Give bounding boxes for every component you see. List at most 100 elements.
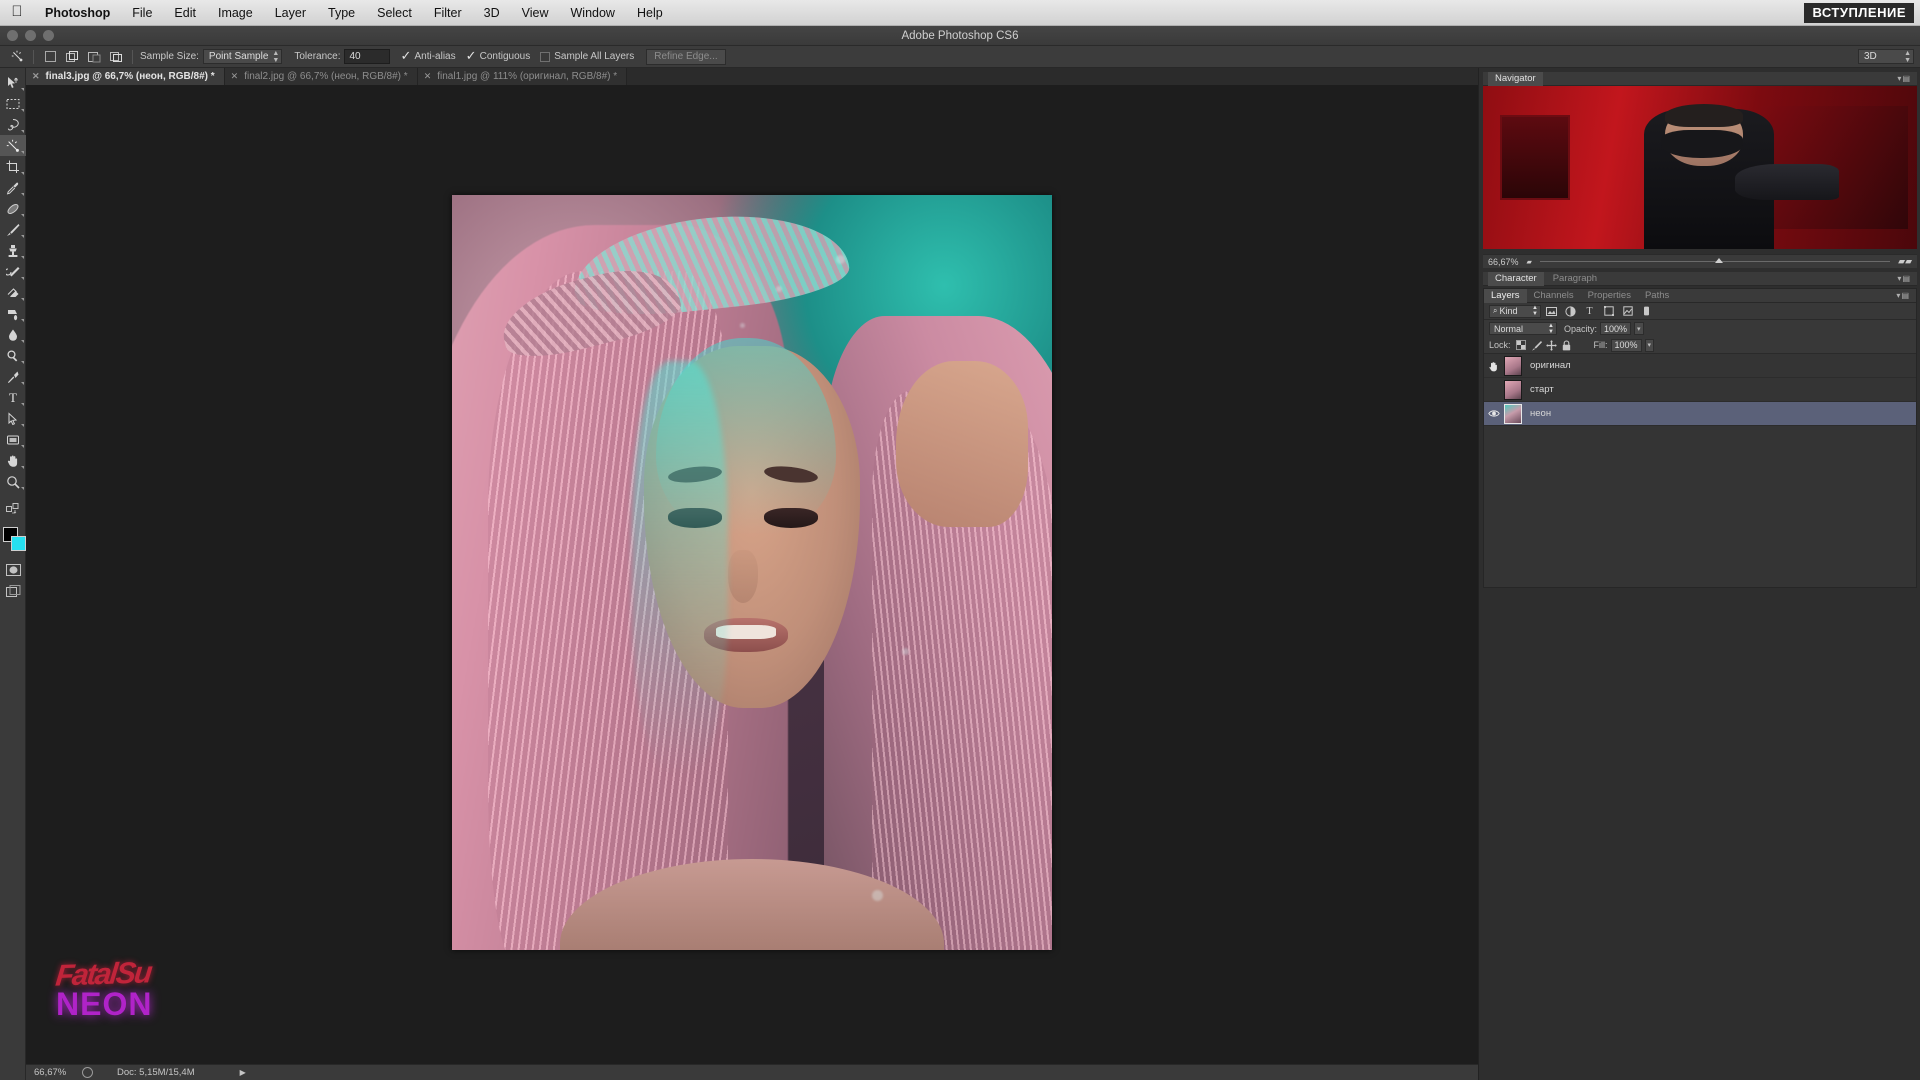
layer-name[interactable]: оригинал — [1530, 360, 1571, 371]
screen-mode-icon[interactable] — [0, 580, 26, 601]
smart-object-filter-icon[interactable] — [1619, 304, 1636, 318]
layer-kind-select[interactable]: ⌕ Kind ▲ ▼ — [1489, 304, 1541, 318]
blend-mode-select[interactable]: Normal ▲ ▼ — [1489, 322, 1557, 335]
history-brush-tool[interactable] — [0, 261, 26, 282]
document-tab-final3[interactable]: ✕ final3.jpg @ 66,7% (неон, RGB/8#) * — [26, 68, 225, 85]
apple-logo-icon[interactable]:  — [0, 4, 34, 21]
gradient-tool[interactable] — [0, 303, 26, 324]
lock-transparent-pixels-icon[interactable] — [1514, 339, 1529, 352]
refine-edge-button[interactable]: Refine Edge... — [646, 48, 726, 65]
menu-3d[interactable]: 3D — [473, 0, 511, 26]
menu-layer[interactable]: Layer — [264, 0, 317, 26]
table-row[interactable]: оригинал — [1484, 354, 1916, 378]
workspace-select[interactable]: 3D ▲ ▼ — [1858, 49, 1914, 64]
table-row[interactable]: неон — [1484, 402, 1916, 426]
spot-healing-brush-tool[interactable] — [0, 198, 26, 219]
crop-tool[interactable] — [0, 156, 26, 177]
tab-navigator[interactable]: Navigator — [1488, 71, 1543, 86]
subtract-from-selection-icon[interactable] — [83, 48, 105, 66]
blur-tool[interactable] — [0, 324, 26, 345]
hand-tool[interactable] — [0, 450, 26, 471]
fill-value[interactable]: 100% — [1610, 338, 1642, 352]
switch-colors-icon[interactable] — [0, 498, 26, 519]
horizontal-type-tool[interactable]: T — [0, 387, 26, 408]
lasso-tool[interactable] — [0, 114, 26, 135]
sample-size-select[interactable]: Point Sample ▲ ▼ — [202, 49, 283, 64]
background-color-swatch[interactable] — [11, 536, 26, 551]
workspace-switcher[interactable]: 3D ▲ ▼ — [1858, 49, 1920, 64]
eyedropper-tool[interactable] — [0, 177, 26, 198]
status-zoom-level[interactable]: 66,67% — [34, 1067, 78, 1078]
tolerance-input[interactable]: 40 — [344, 49, 391, 64]
sample-all-layers-checkbox[interactable]: Sample All Layers — [540, 51, 634, 62]
type-filter-icon[interactable]: T — [1581, 304, 1598, 318]
tab-paragraph[interactable]: Paragraph — [1546, 272, 1604, 286]
opacity-stepper-icon[interactable]: ▾ — [1634, 322, 1644, 335]
clone-stamp-tool[interactable] — [0, 240, 26, 261]
tab-properties[interactable]: Properties — [1581, 289, 1638, 303]
navigator-zoom-slider[interactable] — [1539, 258, 1891, 263]
menu-photoshop[interactable]: Photoshop — [34, 0, 121, 26]
pixel-filter-icon[interactable] — [1543, 304, 1560, 318]
eraser-tool[interactable] — [0, 282, 26, 303]
document-tab-final2[interactable]: ✕ final2.jpg @ 66,7% (неон, RGB/8#) * — [224, 68, 418, 85]
close-icon[interactable]: ✕ — [32, 71, 40, 82]
navigator-zoom-value[interactable]: 66,67% — [1488, 257, 1519, 267]
tab-channels[interactable]: Channels — [1527, 289, 1581, 303]
table-row[interactable]: старт — [1484, 378, 1916, 402]
navigator-thumbnail[interactable] — [1483, 86, 1917, 249]
document-canvas[interactable] — [452, 195, 1052, 950]
move-tool[interactable] — [0, 72, 26, 93]
zoom-in-icon[interactable]: ▰▰ — [1898, 256, 1912, 267]
menu-window[interactable]: Window — [560, 0, 626, 26]
rectangle-shape-tool[interactable] — [0, 429, 26, 450]
lock-position-icon[interactable] — [1544, 339, 1559, 352]
lock-all-icon[interactable] — [1559, 339, 1574, 352]
adjustment-filter-icon[interactable] — [1562, 304, 1579, 318]
layer-visibility-toggle[interactable] — [1484, 409, 1504, 418]
add-to-selection-icon[interactable] — [61, 48, 83, 66]
tab-paths[interactable]: Paths — [1638, 289, 1676, 303]
anti-alias-checkbox[interactable]: Anti-alias — [400, 48, 455, 64]
opacity-value[interactable]: 100% — [1600, 322, 1632, 335]
layer-name[interactable]: неон — [1530, 408, 1551, 419]
menu-help[interactable]: Help — [626, 0, 674, 26]
intersect-selection-icon[interactable] — [105, 48, 127, 66]
contiguous-checkbox[interactable]: Contiguous — [466, 48, 531, 64]
layer-thumbnail[interactable] — [1504, 355, 1522, 376]
menu-file[interactable]: File — [121, 0, 163, 26]
close-icon[interactable]: ✕ — [424, 71, 432, 82]
document-tab-final1[interactable]: ✕ final1.jpg @ 111% (оригинал, RGB/8#) * — [417, 68, 628, 85]
window-minimize-button[interactable] — [25, 30, 36, 41]
layer-visibility-toggle[interactable] — [1484, 360, 1504, 372]
color-swatches[interactable] — [0, 525, 26, 559]
panel-menu-icon[interactable]: ▾▤ — [1896, 291, 1910, 300]
dodge-tool[interactable] — [0, 345, 26, 366]
path-selection-tool[interactable] — [0, 408, 26, 429]
new-selection-icon[interactable] — [39, 48, 61, 66]
window-maximize-button[interactable] — [43, 30, 54, 41]
canvas-area[interactable]: FatalSu NEON — [26, 85, 1478, 1065]
window-close-button[interactable] — [7, 30, 18, 41]
close-icon[interactable]: ✕ — [231, 71, 239, 82]
menu-select[interactable]: Select — [366, 0, 423, 26]
panel-menu-icon[interactable]: ▾▤ — [1897, 74, 1911, 83]
panel-menu-icon[interactable]: ▾▤ — [1897, 274, 1911, 283]
zoom-tool[interactable] — [0, 471, 26, 492]
fill-stepper-icon[interactable]: ▾ — [1644, 338, 1655, 352]
tab-layers[interactable]: Layers — [1484, 288, 1527, 303]
lock-image-pixels-icon[interactable] — [1529, 339, 1544, 352]
menu-filter[interactable]: Filter — [423, 0, 473, 26]
menu-image[interactable]: Image — [207, 0, 264, 26]
tab-character[interactable]: Character — [1488, 271, 1544, 286]
pen-tool[interactable] — [0, 366, 26, 387]
menu-view[interactable]: View — [511, 0, 560, 26]
magic-wand-icon[interactable] — [6, 48, 28, 66]
layer-thumbnail[interactable] — [1504, 403, 1522, 424]
status-menu-arrow-icon[interactable]: ▶ — [240, 1068, 246, 1077]
rectangular-marquee-tool[interactable] — [0, 93, 26, 114]
menu-type[interactable]: Type — [317, 0, 366, 26]
menu-edit[interactable]: Edit — [163, 0, 207, 26]
quick-mask-toggle-icon[interactable] — [0, 559, 26, 580]
layer-thumbnail[interactable] — [1504, 379, 1522, 400]
